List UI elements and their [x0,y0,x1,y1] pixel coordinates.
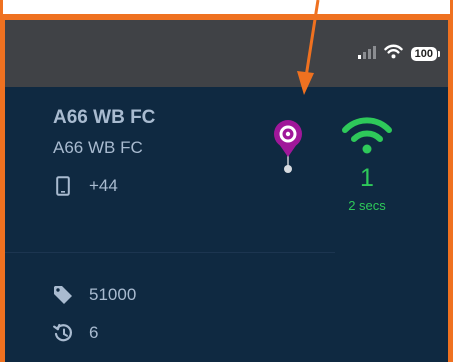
history-count: 6 [89,323,99,342]
status-icons: 100 [357,44,441,64]
phone-number: +44 [89,176,118,195]
last-seen: 2 secs [348,198,386,213]
connection-count: 1 [360,164,374,192]
mobile-phone-icon [53,176,73,196]
wifi-signal-icon [341,117,393,159]
location-pin-icon[interactable] [273,119,303,180]
device-card[interactable]: A66 WB FC A66 WB FC +44 1 2 secs 51000 6 [5,87,448,362]
tag-row[interactable]: 51000 [53,285,136,305]
connection-status: 1 2 secs [327,117,407,213]
history-row[interactable]: 6 [53,323,98,343]
divider [5,252,335,253]
status-bar: 100 [5,20,448,87]
tag-value: 51000 [89,285,137,304]
screenshot-frame: 100 A66 WB FC A66 WB FC +44 1 2 secs 510… [0,15,453,362]
signal-bars-icon [357,45,376,64]
device-name: A66 WB FC [53,107,156,128]
phone-row[interactable]: +44 [53,176,118,196]
history-icon [53,323,73,343]
tag-icon [53,285,73,305]
device-label: A66 WB FC [53,138,143,157]
battery-icon: 100 [410,47,441,61]
wifi-icon [383,44,403,64]
